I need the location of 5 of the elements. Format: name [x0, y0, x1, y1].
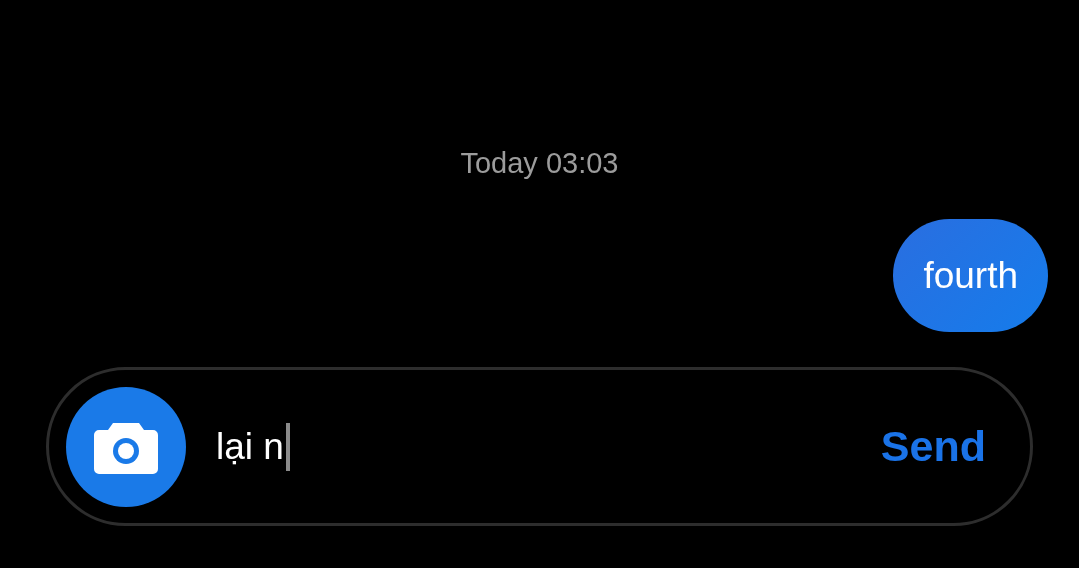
- send-button[interactable]: Send: [880, 414, 986, 479]
- text-cursor: [285, 422, 290, 471]
- timestamp: Today 03:03: [460, 147, 619, 179]
- message-field[interactable]: lại n: [216, 418, 284, 475]
- message-bubble: fourth: [893, 219, 1048, 332]
